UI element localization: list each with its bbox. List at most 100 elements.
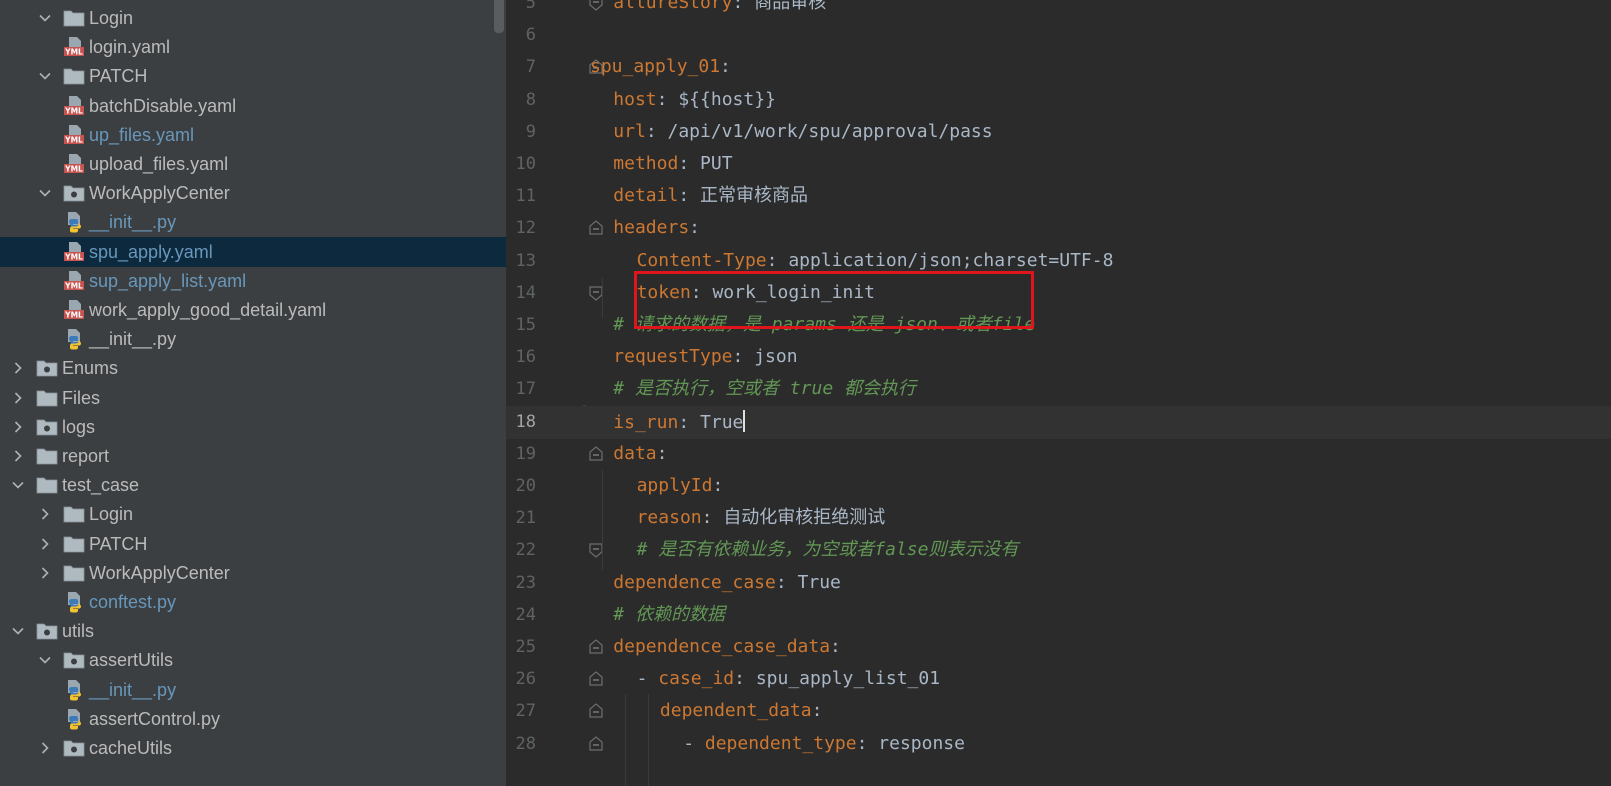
code-line[interactable]: 16 requestType: json bbox=[506, 341, 1611, 374]
line-number: 25 bbox=[515, 637, 536, 657]
svg-text:YML: YML bbox=[64, 106, 83, 115]
fold-start-icon[interactable] bbox=[589, 703, 603, 719]
chevron-right-icon[interactable] bbox=[8, 353, 28, 383]
tree-item-workapplycenter[interactable]: WorkApplyCenter bbox=[0, 178, 506, 208]
line-number: 20 bbox=[515, 476, 536, 496]
code-editor[interactable]: 5 allureStory: 商品审核 6 7 spu_apply_01: 8 host: … bbox=[506, 0, 1611, 786]
code-line[interactable]: 11 detail: 正常审核商品 bbox=[506, 180, 1611, 213]
fold-start-icon[interactable] bbox=[589, 446, 603, 462]
tree-item-patch[interactable]: PATCH bbox=[0, 529, 506, 559]
tree-item-enums[interactable]: Enums bbox=[0, 353, 506, 383]
code-line[interactable]: 9 url: /api/v1/work/spu/approval/pass bbox=[506, 116, 1611, 149]
tree-item-spu-apply-yaml[interactable]: YML spu_apply.yaml bbox=[0, 236, 506, 267]
code-text: headers: bbox=[613, 216, 700, 240]
code-line[interactable]: 13 Content-Type: application/json;charset… bbox=[506, 245, 1611, 278]
line-number: 18 bbox=[515, 411, 536, 432]
code-text: dependence_case_data: bbox=[613, 635, 841, 659]
tree-item-label: utils bbox=[62, 621, 95, 642]
yaml-token: response bbox=[878, 732, 965, 754]
tree-item-logs[interactable]: logs bbox=[0, 412, 506, 442]
code-line[interactable]: 28 - dependent_type: response bbox=[506, 728, 1611, 761]
line-number: 9 bbox=[525, 121, 536, 142]
tree-item-up-files-yaml[interactable]: YML up_files.yaml bbox=[0, 120, 506, 150]
chevron-right-icon[interactable] bbox=[35, 529, 55, 559]
code-line[interactable]: 5 allureStory: 商品审核 bbox=[506, 0, 1611, 20]
code-line[interactable]: 24 # 依赖的数据 bbox=[506, 599, 1611, 632]
chevron-down-icon[interactable] bbox=[35, 645, 55, 675]
code-text: - dependent_type: response bbox=[683, 732, 965, 756]
yaml-key: dependence_case_data bbox=[613, 636, 831, 657]
code-line[interactable]: 8 host: ${{host}} bbox=[506, 84, 1611, 117]
chevron-right-icon[interactable] bbox=[35, 733, 55, 763]
yaml-key: url bbox=[613, 120, 646, 142]
code-line[interactable]: 22 # 是否有依赖业务，为空或者false则表示没有 bbox=[506, 534, 1611, 567]
code-line[interactable]: 12 headers: bbox=[506, 212, 1611, 245]
tree-item-upload-files-yaml[interactable]: YML upload_files.yaml bbox=[0, 149, 506, 179]
chevron-down-icon[interactable] bbox=[8, 470, 28, 500]
tree-item-init-py[interactable]: __init__.py bbox=[0, 324, 506, 354]
tree-item-batchdisable-yaml[interactable]: YML batchDisable.yaml bbox=[0, 91, 506, 121]
code-line[interactable]: 6 bbox=[506, 19, 1611, 52]
code-line[interactable]: 14 token: work_login_init bbox=[506, 277, 1611, 310]
fold-start-icon[interactable] bbox=[589, 639, 603, 655]
folder-icon bbox=[36, 445, 58, 467]
code-line[interactable]: 19 data: bbox=[506, 438, 1611, 471]
code-text: applyId: bbox=[637, 474, 724, 498]
tree-item-init-py[interactable]: __init__.py bbox=[0, 675, 506, 705]
code-line[interactable]: 23 dependence_case: True bbox=[506, 567, 1611, 600]
yaml-key: requestType bbox=[613, 346, 733, 368]
chevron-down-icon[interactable] bbox=[8, 616, 28, 646]
tree-item-test-case[interactable]: test_case bbox=[0, 470, 506, 500]
code-line[interactable]: 15 # 请求的数据，是 params 还是 json、或者file bbox=[506, 309, 1611, 342]
code-line[interactable]: 10 method: PUT bbox=[506, 148, 1611, 181]
fold-end-icon[interactable] bbox=[589, 0, 603, 11]
code-line[interactable]: 26 - case_id: spu_apply_list_01 bbox=[506, 663, 1611, 696]
yaml-token: : bbox=[656, 88, 679, 110]
fold-start-icon[interactable] bbox=[589, 735, 603, 752]
chevron-down-icon[interactable] bbox=[35, 178, 55, 208]
code-line[interactable]: 20 applyId: bbox=[506, 470, 1611, 503]
tree-item-sup-apply-list-yaml[interactable]: YML sup_apply_list.yaml bbox=[0, 266, 506, 296]
chevron-right-icon[interactable] bbox=[8, 441, 28, 471]
tree-item-files[interactable]: Files bbox=[0, 383, 506, 413]
chevron-right-icon[interactable] bbox=[35, 558, 55, 588]
tree-item-workapplycenter[interactable]: WorkApplyCenter bbox=[0, 558, 506, 588]
yaml-token: application/json;charset=UTF-8 bbox=[788, 249, 1114, 271]
chevron-right-icon[interactable] bbox=[8, 383, 28, 413]
tree-item-login[interactable]: Login bbox=[0, 3, 506, 33]
tree-item-assertcontrol-py[interactable]: assertControl.py bbox=[0, 704, 506, 734]
tree-item-assertutils[interactable]: assertUtils bbox=[0, 645, 506, 675]
fold-end-icon[interactable] bbox=[589, 285, 603, 301]
yaml-key: reason bbox=[636, 507, 702, 529]
tree-item-conftest-py[interactable]: conftest.py bbox=[0, 587, 506, 617]
code-line[interactable]: 25 dependence_case_data: bbox=[506, 631, 1611, 664]
chevron-down-icon[interactable] bbox=[35, 61, 55, 91]
fold-start-icon[interactable] bbox=[589, 220, 603, 236]
fold-start-icon[interactable] bbox=[589, 671, 603, 687]
tree-item-login-yaml[interactable]: YML login.yaml bbox=[0, 32, 506, 62]
yaml-token: /api/v1/work/spu/approval/pass bbox=[667, 120, 993, 142]
tree-item-utils[interactable]: utils bbox=[0, 616, 506, 646]
chevron-right-icon[interactable] bbox=[35, 499, 55, 529]
code-line[interactable]: 27 dependent_data: bbox=[506, 695, 1611, 728]
code-line[interactable]: 17 # 是否执行，空或者 true 都会执行 bbox=[506, 373, 1611, 406]
chevron-down-icon[interactable] bbox=[35, 3, 55, 33]
fold-end-icon[interactable] bbox=[589, 542, 603, 559]
yaml-token: spu_apply_list_01 bbox=[755, 668, 941, 690]
yaml-file-icon: YML bbox=[63, 299, 85, 321]
line-number: 13 bbox=[515, 250, 536, 271]
line-number: 24 bbox=[515, 604, 536, 625]
svg-text:YML: YML bbox=[64, 252, 83, 261]
code-line[interactable]: 18 is_run: True bbox=[506, 405, 1611, 439]
tree-item-cacheutils[interactable]: cacheUtils bbox=[0, 733, 506, 763]
chevron-right-icon[interactable] bbox=[8, 412, 28, 442]
python-file-icon bbox=[63, 708, 85, 730]
tree-item-work-apply-good-detail-yaml[interactable]: YML work_apply_good_detail.yaml bbox=[0, 295, 506, 325]
line-number: 23 bbox=[515, 572, 536, 593]
code-line[interactable]: 7 spu_apply_01: bbox=[506, 51, 1611, 84]
tree-item-patch[interactable]: PATCH bbox=[0, 61, 506, 91]
tree-item-report[interactable]: report bbox=[0, 441, 506, 471]
tree-item-init-py[interactable]: __init__.py bbox=[0, 207, 506, 237]
tree-item-login[interactable]: Login bbox=[0, 499, 506, 529]
code-line[interactable]: 21 reason: 自动化审核拒绝测试 bbox=[506, 502, 1611, 535]
